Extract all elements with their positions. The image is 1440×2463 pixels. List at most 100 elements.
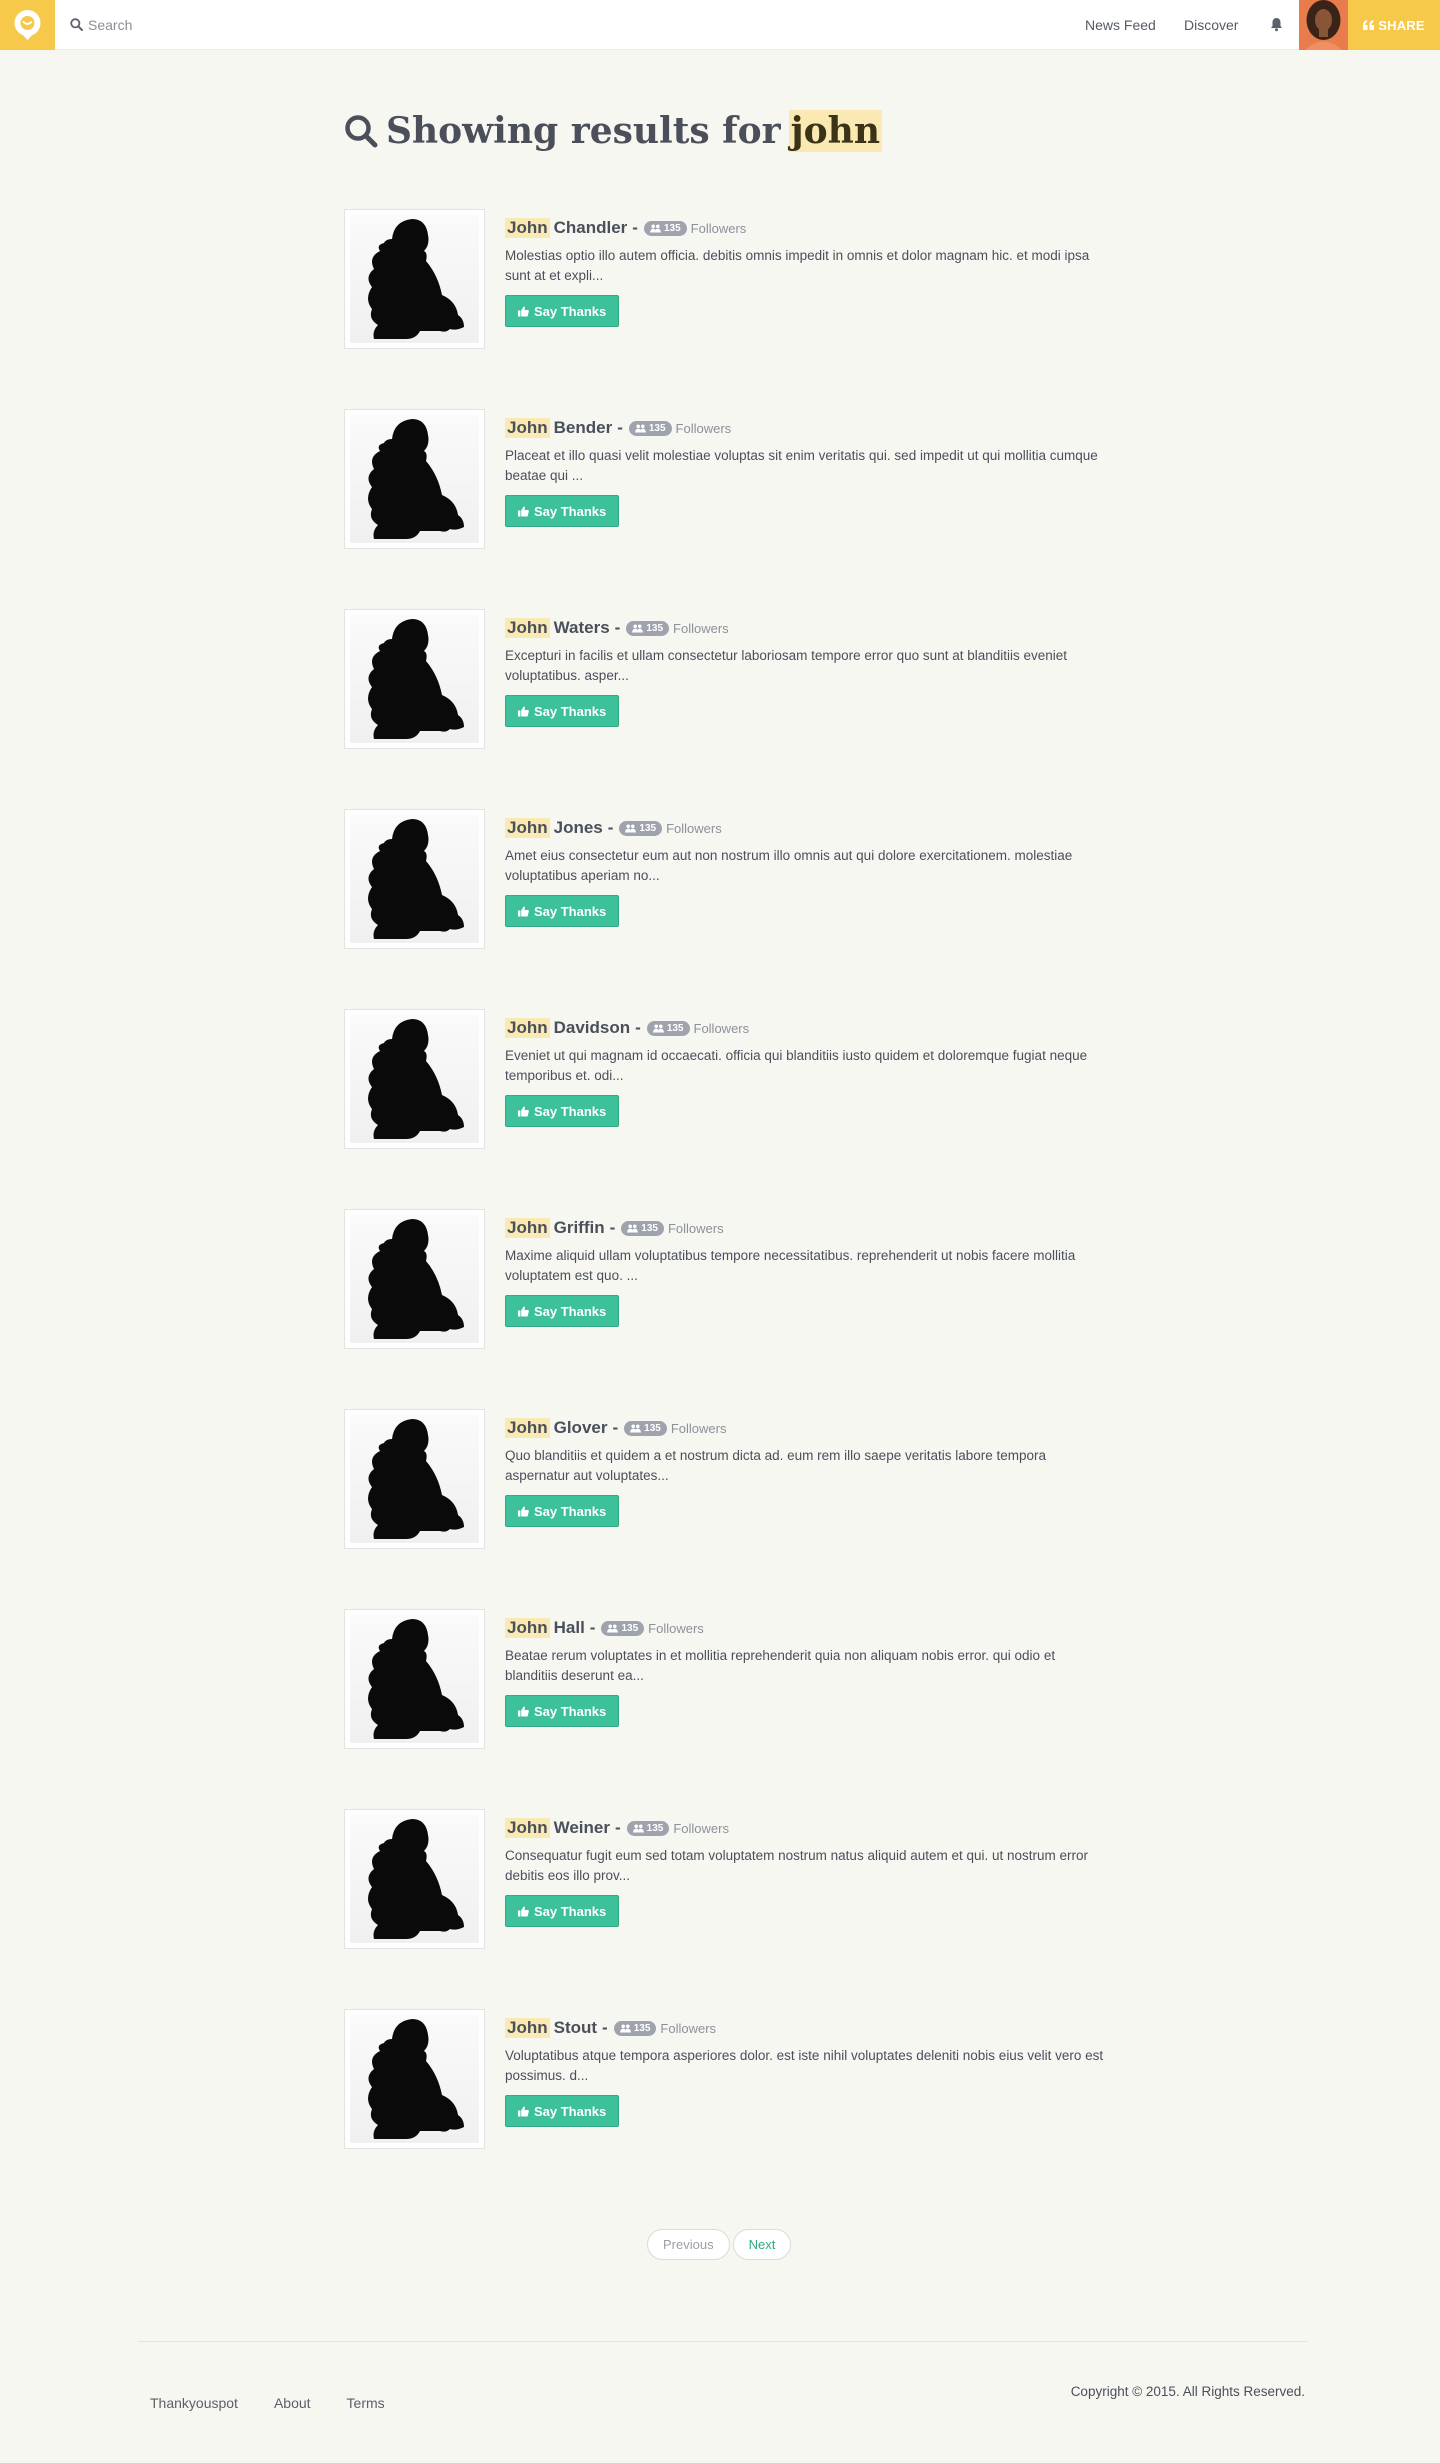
results-list: John Chandler - 135 Followers Molestias …: [344, 208, 1104, 2208]
profile-thumbnail[interactable]: [344, 609, 485, 749]
footer-link-terms[interactable]: Terms: [347, 2395, 385, 2411]
search-input[interactable]: [88, 15, 468, 35]
title-separator: -: [635, 1018, 641, 1037]
result-item: John Chandler - 135 Followers Molestias …: [344, 208, 1104, 408]
result-body: John Davidson - 135 Followers Eveniet ut…: [505, 1018, 1105, 1127]
followers-badge: 135: [646, 1020, 690, 1036]
result-title[interactable]: John Hall - 135 Followers: [505, 1618, 1105, 1638]
followers-label: Followers: [660, 2020, 717, 2036]
profile-thumbnail[interactable]: [344, 409, 485, 549]
logo[interactable]: [0, 0, 55, 50]
profile-image: [350, 1015, 479, 1143]
say-thanks-label: Say Thanks: [534, 903, 607, 919]
followers-label: Followers: [670, 1420, 727, 1436]
profile-image: [350, 2015, 479, 2143]
profile-thumbnail[interactable]: [344, 809, 485, 949]
silhouette-image: [368, 1419, 464, 1539]
result-title[interactable]: John Glover - 135 Followers: [505, 1418, 1105, 1438]
followers-count: 135: [666, 1022, 684, 1034]
silhouette-image: [368, 619, 464, 739]
title-separator: -: [632, 218, 638, 237]
avatar-image: [1299, 0, 1348, 50]
last-name: Weiner: [553, 1818, 610, 1837]
followers-badge: 135: [643, 220, 687, 236]
result-title[interactable]: John Waters - 135 Followers: [505, 618, 1105, 638]
say-thanks-button[interactable]: Say Thanks: [505, 1295, 620, 1327]
say-thanks-button[interactable]: Say Thanks: [505, 495, 620, 527]
users-icon: [607, 1624, 619, 1632]
followers-label: Followers: [675, 420, 732, 436]
followers-label: Followers: [667, 1220, 724, 1236]
followers-badge: 135: [621, 1220, 664, 1236]
result-description: Placeat et illo quasi velit molestiae vo…: [505, 448, 1098, 483]
followers-count: 135: [633, 2022, 651, 2034]
users-icon: [619, 2024, 631, 2032]
result-title[interactable]: John Chandler - 135 Followers: [505, 218, 1105, 238]
result-item: John Griffin - 135 Followers Maxime aliq…: [344, 1208, 1104, 1408]
first-name: John: [505, 1218, 550, 1238]
result-item: John Jones - 135 Followers Amet eius con…: [344, 808, 1104, 1008]
result-title[interactable]: John Jones - 135 Followers: [505, 818, 1105, 838]
result-title[interactable]: John Stout - 135 Followers: [505, 2018, 1105, 2038]
say-thanks-button[interactable]: Say Thanks: [505, 1095, 620, 1127]
say-thanks-button[interactable]: Say Thanks: [505, 295, 620, 327]
users-icon: [630, 1424, 642, 1432]
next-page-button[interactable]: Next: [732, 2229, 792, 2260]
last-name: Glover: [553, 1418, 608, 1437]
followers-badge: 135: [626, 620, 670, 636]
share-button[interactable]: SHARE: [1348, 0, 1440, 50]
say-thanks-button[interactable]: Say Thanks: [505, 1495, 620, 1527]
notifications-button[interactable]: [1270, 17, 1284, 33]
first-name: John: [505, 1418, 550, 1438]
title-separator: -: [614, 1818, 621, 1837]
say-thanks-label: Say Thanks: [534, 503, 607, 519]
last-name: Waters: [553, 618, 610, 637]
say-thanks-label: Say Thanks: [534, 1303, 607, 1319]
users-icon: [632, 624, 644, 632]
say-thanks-label: Say Thanks: [534, 1903, 607, 1919]
result-title[interactable]: John Weiner - 135 Followers: [505, 1818, 1105, 1838]
profile-thumbnail[interactable]: [344, 1409, 485, 1549]
profile-image: [350, 415, 479, 543]
say-thanks-label: Say Thanks: [534, 2103, 607, 2119]
footer-links: Thankyouspot About Terms: [150, 2395, 385, 2411]
silhouette-image: [368, 219, 464, 339]
say-thanks-label: Say Thanks: [534, 303, 607, 319]
say-thanks-button[interactable]: Say Thanks: [505, 1695, 620, 1727]
footer-link-about[interactable]: About: [274, 2395, 311, 2411]
profile-thumbnail[interactable]: [344, 1809, 485, 1949]
share-label: SHARE: [1378, 17, 1425, 33]
nav-discover[interactable]: Discover: [1184, 17, 1238, 33]
profile-image: [350, 1415, 479, 1543]
profile-image: [350, 615, 479, 743]
followers-label: Followers: [666, 820, 722, 836]
say-thanks-button[interactable]: Say Thanks: [505, 695, 620, 727]
first-name: John: [505, 2018, 550, 2038]
say-thanks-button[interactable]: Say Thanks: [505, 895, 620, 927]
followers-badge: 135: [619, 820, 663, 836]
profile-thumbnail[interactable]: [344, 2009, 485, 2149]
result-description: Consequatur fugit eum sed totam voluptat…: [505, 1848, 1089, 1883]
quote-icon: [1363, 20, 1375, 30]
copyright-text: Copyright © 2015. All Rights Reserved.: [1070, 2384, 1305, 2399]
footer-link-thankyouspot[interactable]: Thankyouspot: [150, 2395, 238, 2411]
profile-thumbnail[interactable]: [344, 1209, 485, 1349]
followers-label: Followers: [673, 620, 729, 636]
nav-news-feed[interactable]: News Feed: [1085, 17, 1156, 33]
profile-thumbnail[interactable]: [344, 209, 485, 349]
silhouette-image: [368, 819, 464, 939]
users-icon: [632, 1824, 644, 1832]
user-avatar[interactable]: [1299, 0, 1348, 50]
followers-count: 135: [646, 1822, 664, 1834]
result-title[interactable]: John Davidson - 135 Followers: [505, 1018, 1105, 1038]
say-thanks-button[interactable]: Say Thanks: [505, 1895, 620, 1927]
result-title[interactable]: John Bender - 135 Followers: [505, 418, 1105, 438]
title-separator: -: [614, 618, 621, 637]
profile-thumbnail[interactable]: [344, 1609, 485, 1749]
followers-label: Followers: [648, 1620, 704, 1636]
previous-page-button[interactable]: Previous: [647, 2229, 730, 2260]
followers-badge: 135: [626, 1820, 670, 1836]
say-thanks-button[interactable]: Say Thanks: [505, 2095, 620, 2127]
profile-thumbnail[interactable]: [344, 1009, 485, 1149]
result-title[interactable]: John Griffin - 135 Followers: [505, 1218, 1105, 1238]
